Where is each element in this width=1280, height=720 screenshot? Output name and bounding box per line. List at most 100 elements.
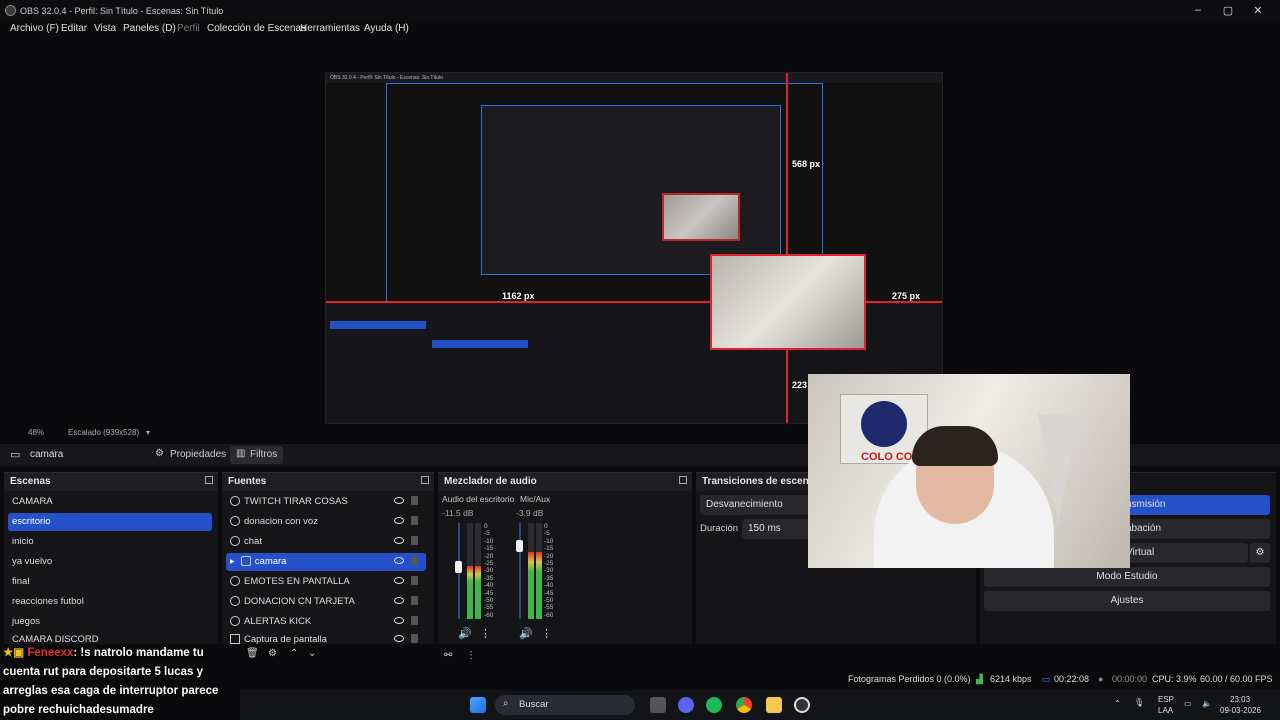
sources-toolbar: 🗑 ⚙ ⌃ ⌄ [244,648,324,662]
lock-icon[interactable] [411,576,418,585]
volume-fader[interactable] [455,560,462,573]
source-item[interactable]: TWITCH TIRAR COSAS [226,493,426,511]
lock-icon[interactable] [411,556,418,565]
language-code[interactable]: ESP [1158,695,1174,704]
chevron-up-icon[interactable]: ⌃ [1114,699,1121,708]
start-record-button[interactable]: abación [1126,519,1270,539]
source-item-selected[interactable]: ▸ camara [226,553,426,571]
speaker-icon[interactable]: 🔊 [519,627,533,640]
task-view-icon[interactable] [650,697,666,713]
taskbar-search[interactable]: ⌕ Buscar [495,695,635,715]
source-item[interactable]: chat [226,533,426,551]
lock-icon[interactable] [411,634,418,643]
source-item[interactable]: DONACION CN TARJETA [226,593,426,611]
source-item[interactable]: donacion con voz [226,513,426,531]
zoom-level[interactable]: 48% [28,428,44,437]
volume-meter [475,523,481,619]
properties-button[interactable]: ⚙ Propiedades [150,446,232,464]
menu-ayuda[interactable]: Ayuda (H) [364,23,409,34]
obs-taskbar-icon[interactable] [794,697,810,713]
db-tick-label: -30 [544,567,554,575]
menu-archivo[interactable]: Archivo (F) [10,23,59,34]
clock-time[interactable]: 23:03 [1230,695,1250,704]
scene-item[interactable]: inicio [8,533,212,551]
menu-paneles[interactable]: Paneles (D) [123,23,176,34]
eye-icon[interactable] [394,557,404,564]
settings-button[interactable]: Ajustes [984,591,1270,611]
eye-icon[interactable] [394,577,404,584]
menu-vista[interactable]: Vista [94,23,116,34]
close-button[interactable]: ✕ [1250,4,1266,17]
obs-logo-icon [5,5,16,16]
lock-icon[interactable] [411,516,418,525]
transition-select[interactable]: Desvanecimiento [700,495,820,515]
camera-source-box[interactable] [710,254,866,350]
scene-item[interactable]: juegos [8,613,212,631]
maximize-button[interactable]: ▢ [1220,4,1236,17]
scene-item-selected[interactable]: escritorio [8,513,212,531]
eye-icon[interactable] [394,597,404,604]
eye-icon[interactable] [394,617,404,624]
source-item[interactable]: Captura de pantalla [226,631,426,645]
mic-icon[interactable]: 🎙 [1134,698,1144,707]
clock-date[interactable]: 09-03-2026 [1220,706,1261,715]
windows-start-icon[interactable] [470,697,486,713]
gear-icon[interactable]: ⚙ [268,648,277,659]
scene-item[interactable]: final [8,573,212,591]
scene-item[interactable]: CAMARA [8,493,212,511]
lock-icon[interactable] [411,536,418,545]
menu-editar[interactable]: Editar [61,23,87,34]
chrome-icon[interactable] [736,697,752,713]
duration-input[interactable]: 150 ms [742,519,812,539]
source-item[interactable]: ALERTAS KICK [226,613,426,631]
expand-arrow-icon[interactable]: ▸ [230,556,235,567]
volume-fader-track[interactable] [516,523,523,619]
gear-icon[interactable]: ⚙ [1250,543,1270,563]
move-up-icon[interactable]: ⌃ [290,648,298,659]
virtual-camera-button[interactable]: Virtual [1126,543,1248,563]
lock-icon[interactable] [411,596,418,605]
kebab-menu-icon[interactable]: ⋮ [541,627,552,640]
start-stream-button[interactable]: nsmisión [1126,495,1270,515]
undock-icon[interactable] [205,476,213,484]
discord-icon[interactable] [678,697,694,713]
file-explorer-icon[interactable] [766,697,782,713]
db-tick-label: -5 [544,530,550,538]
speaker-icon[interactable]: 🔊 [458,627,472,640]
spotify-icon[interactable] [706,697,722,713]
move-down-icon[interactable]: ⌄ [308,648,316,659]
eye-icon[interactable] [394,537,404,544]
menu-coleccion[interactable]: Colección de Escenas [207,23,306,34]
filters-button[interactable]: ▥ Filtros [230,446,284,464]
lock-icon[interactable] [411,616,418,625]
scene-item[interactable]: reacciones futbol [8,593,212,611]
kebab-menu-icon[interactable]: ⋮ [466,650,476,661]
kebab-menu-icon[interactable]: ⋮ [480,627,491,640]
preview-canvas[interactable]: OBS 32.0.4 - Perfil: Sin Título - Escena… [325,72,943,424]
network-icon[interactable]: ▭ [1184,699,1192,708]
scene-item[interactable]: ya vuelvo [8,553,212,571]
undock-icon[interactable] [421,476,429,484]
lock-icon[interactable] [411,496,418,505]
audio-mixer-dock: Mezclador de audio Audio del escritorio … [438,472,692,644]
menu-herramientas[interactable]: Herramientas [300,23,360,34]
eye-icon[interactable] [394,497,404,504]
scene-item[interactable]: CAMARA DISCORD [8,631,212,645]
db-tick-label: 0 [544,523,548,530]
source-item[interactable]: EMOTES EN PANTALLA [226,573,426,591]
chevron-down-icon[interactable]: ▾ [146,428,150,437]
keyboard-layout[interactable]: LAA [1158,706,1173,715]
volume-fader[interactable] [516,539,523,552]
volume-fader-track[interactable] [455,523,462,619]
menu-perfil[interactable]: Perfil [177,23,200,34]
undock-icon[interactable] [679,476,687,484]
trash-icon[interactable]: 🗑 [246,648,259,659]
db-tick-label: -55 [484,604,494,612]
eye-icon[interactable] [394,635,404,642]
studio-mode-button[interactable]: Modo Estudio [984,567,1270,587]
link-icon[interactable]: ⚯ [444,650,452,661]
minimize-button[interactable]: – [1190,4,1206,16]
eye-icon[interactable] [394,517,404,524]
db-tick-label: -15 [484,545,494,553]
volume-icon[interactable]: 🔈 [1202,699,1212,708]
